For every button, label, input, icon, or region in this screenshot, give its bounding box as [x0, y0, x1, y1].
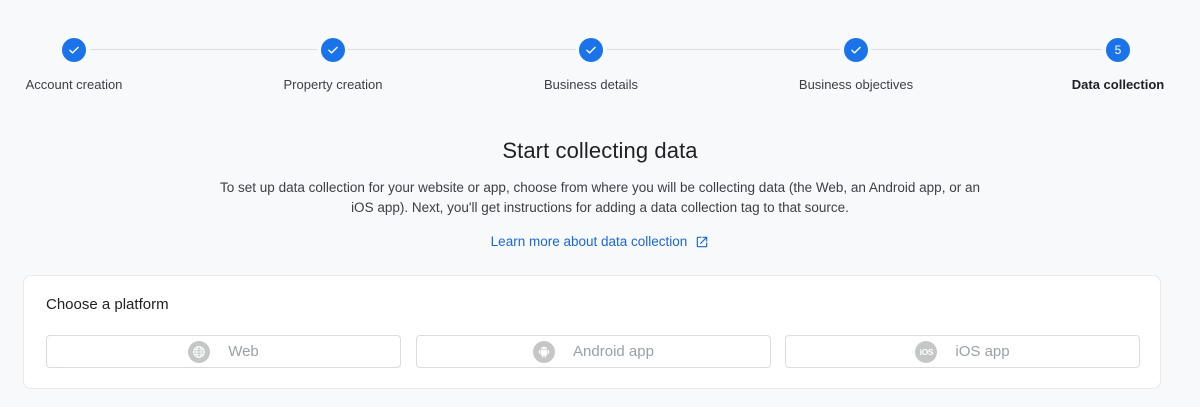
step-label: Data collection: [1071, 77, 1165, 92]
page-description: To set up data collection for your websi…: [220, 180, 980, 215]
step-property-creation: Property creation: [253, 38, 413, 92]
step-label: Property creation: [283, 77, 383, 92]
step-label: Business details: [544, 77, 638, 92]
android-platform-label: Android app: [573, 343, 654, 360]
learn-more-link[interactable]: Learn more about data collection: [491, 234, 710, 249]
check-icon: [844, 38, 868, 62]
step-number: 5: [1106, 38, 1130, 62]
android-icon: [533, 340, 556, 363]
check-icon: [579, 38, 603, 62]
web-platform-label: Web: [228, 343, 259, 360]
android-platform-button[interactable]: Android app: [416, 335, 771, 368]
web-platform-button[interactable]: Web: [46, 335, 401, 368]
ios-icon: iOS: [915, 340, 938, 363]
learn-more-label: Learn more about data collection: [490, 234, 688, 249]
step-account-creation: Account creation: [0, 38, 154, 92]
platform-card: Choose a platform Web Android app iOS iO…: [23, 275, 1161, 389]
step-business-details: Business details: [511, 38, 671, 92]
page-title: Start collecting data: [502, 138, 698, 163]
step-data-collection: 5 Data collection: [1038, 38, 1198, 92]
globe-icon: [188, 340, 211, 363]
intro-section: Start collecting data To set up data col…: [0, 138, 1200, 251]
ios-platform-button[interactable]: iOS iOS app: [785, 335, 1140, 368]
card-title: Choose a platform: [46, 296, 169, 313]
check-icon: [321, 38, 345, 62]
progress-stepper: Account creation Property creation Busin…: [0, 0, 1200, 110]
step-label: Business objectives: [798, 77, 914, 92]
step-label: Account creation: [25, 77, 123, 92]
ios-platform-label: iOS app: [955, 343, 1010, 360]
open-in-new-icon: [697, 236, 708, 247]
step-business-objectives: Business objectives: [776, 38, 936, 92]
check-icon: [62, 38, 86, 62]
